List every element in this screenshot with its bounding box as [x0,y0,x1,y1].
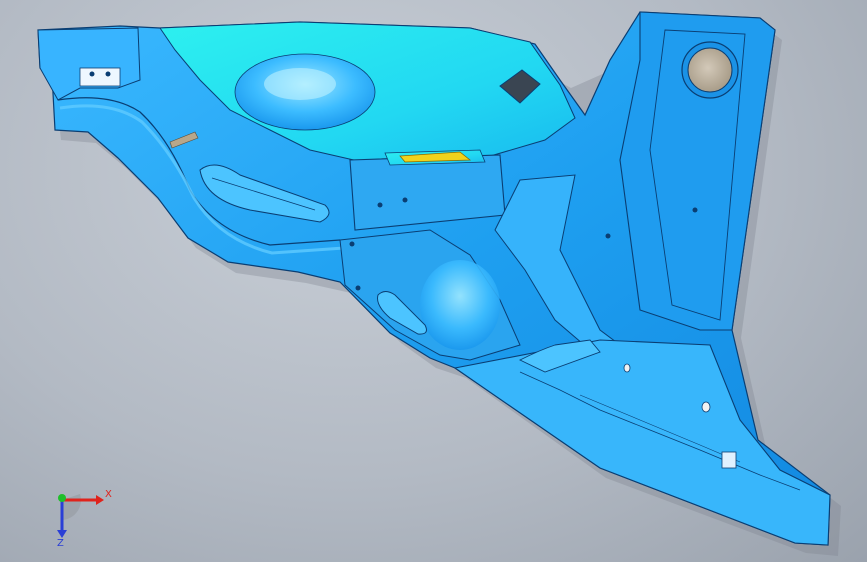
arch-highlight [264,68,336,100]
cad-3d-viewport[interactable]: X Z [0,0,867,562]
x-axis-label: X [105,489,112,500]
bolt-hole [349,241,355,247]
sill-hole [623,363,631,373]
sheet-metal-part-model[interactable] [0,0,867,562]
bolt-hole [605,233,611,239]
bolt-hole [377,202,383,208]
sill-tab [721,451,737,469]
lower-sill-panel[interactable] [453,339,831,546]
bolt-hole [402,197,408,203]
z-axis-head [57,530,67,538]
pillar-round-cutout[interactable] [687,47,733,93]
x-axis-head [96,495,104,505]
lower-bulge-surface [420,260,500,350]
y-axis-dot [58,494,66,502]
coordinate-triad: X Z [57,489,112,548]
bolt-hole [692,207,698,213]
bolt-hole [355,285,361,291]
left-bracket-plate [79,67,121,87]
bolt-hole [105,71,111,77]
bolt-hole [89,71,95,77]
sill-hole [701,401,711,413]
z-axis-label: Z [57,538,64,548]
